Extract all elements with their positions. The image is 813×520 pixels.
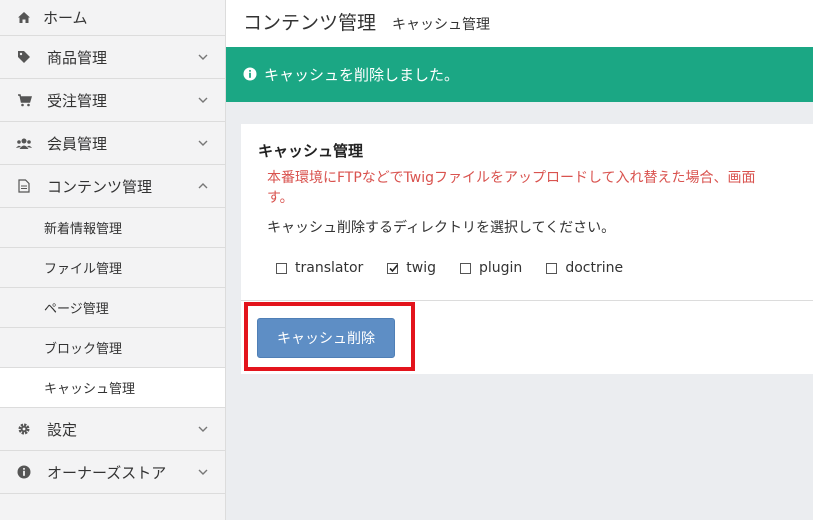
- info-icon: [15, 463, 33, 481]
- checkbox-doctrine[interactable]: doctrine: [546, 260, 623, 276]
- sidebar-subitem-blocks[interactable]: ブロック管理: [0, 328, 225, 368]
- checkbox-box[interactable]: [276, 262, 287, 274]
- gear-icon: [15, 420, 33, 438]
- warning-line-2: す。: [267, 190, 294, 206]
- checkbox-label: translator: [295, 260, 364, 276]
- checkbox-box[interactable]: [460, 262, 471, 274]
- sidebar-subitem-pages[interactable]: ページ管理: [0, 288, 225, 328]
- page-subtitle: キャッシュ管理: [392, 17, 491, 33]
- sidebar-item-label: 会員管理: [47, 134, 108, 153]
- sidebar-item-label: オーナーズストア: [47, 463, 167, 482]
- check-icon: [389, 263, 399, 272]
- directory-checkboxes: translator twig plugin doctrine: [276, 260, 647, 276]
- sidebar-item-home[interactable]: ホーム: [0, 0, 225, 36]
- sidebar-subitem-files[interactable]: ファイル管理: [0, 248, 225, 288]
- sidebar-item-settings[interactable]: 設定: [0, 408, 225, 451]
- sidebar-subitem-news[interactable]: 新着情報管理: [0, 208, 225, 248]
- instruction-text: キャッシュ削除するディレクトリを選択してください。: [267, 220, 616, 236]
- sidebar-item-owners-store[interactable]: オーナーズストア: [0, 451, 225, 494]
- sidebar-item-products[interactable]: 商品管理: [0, 36, 225, 79]
- checkbox-label: doctrine: [565, 260, 624, 276]
- chevron-down-icon: [198, 426, 208, 432]
- alert-message: キャッシュを削除しました。: [264, 66, 460, 84]
- success-alert: キャッシュを削除しました。: [226, 47, 813, 102]
- sidebar: ホーム 商品管理 受注管理 会員管理 コンテンツ管理 新着情報管理 ファイル管理…: [0, 0, 226, 520]
- checkbox-box[interactable]: [546, 262, 558, 274]
- cart-icon: [15, 91, 33, 109]
- checkbox-box[interactable]: [387, 262, 399, 274]
- chevron-down-icon: [198, 140, 208, 146]
- sidebar-subitem-label: ページ管理: [44, 302, 109, 317]
- file-icon: [15, 177, 33, 195]
- warning-text: 本番環境にFTPなどでTwigファイルをアップロードして入れ替えた場合、画面 す…: [267, 168, 813, 208]
- card-divider: [241, 300, 813, 301]
- info-icon: [243, 67, 258, 82]
- chevron-up-icon: [198, 183, 208, 189]
- sidebar-item-orders[interactable]: 受注管理: [0, 79, 225, 122]
- checkbox-twig[interactable]: twig: [387, 260, 436, 276]
- chevron-down-icon: [198, 97, 208, 103]
- warning-line-1: 本番環境にFTPなどでTwigファイルをアップロードして入れ替えた場合、画面: [267, 170, 756, 186]
- chevron-down-icon: [198, 54, 208, 60]
- checkbox-label: twig: [406, 260, 436, 276]
- home-icon: [15, 9, 33, 27]
- sidebar-item-label: 受注管理: [47, 91, 108, 110]
- sidebar-item-label: 設定: [47, 420, 78, 439]
- card-title: キャッシュ管理: [258, 142, 364, 160]
- checkbox-plugin[interactable]: plugin: [460, 260, 522, 276]
- sidebar-subitem-label: ブロック管理: [44, 342, 123, 357]
- page-title: コンテンツ管理: [243, 12, 377, 34]
- checkbox-translator[interactable]: translator: [276, 260, 363, 276]
- chevron-down-icon: [198, 469, 208, 475]
- tag-icon: [15, 48, 33, 66]
- sidebar-subitem-cache[interactable]: キャッシュ管理: [0, 368, 225, 408]
- sidebar-subitem-label: 新着情報管理: [44, 222, 123, 237]
- sidebar-item-members[interactable]: 会員管理: [0, 122, 225, 165]
- checkbox-label: plugin: [479, 260, 523, 276]
- sidebar-subitem-label: キャッシュ管理: [44, 382, 136, 397]
- cache-card: キャッシュ管理 本番環境にFTPなどでTwigファイルをアップロードして入れ替え…: [241, 124, 813, 374]
- main-content: コンテンツ管理 キャッシュ管理 キャッシュを削除しました。 キャッシュ管理 本番…: [226, 0, 813, 520]
- page-header: コンテンツ管理 キャッシュ管理: [226, 0, 813, 47]
- sidebar-item-content[interactable]: コンテンツ管理: [0, 165, 225, 208]
- cache-delete-button[interactable]: キャッシュ削除: [257, 318, 395, 358]
- sidebar-subitem-label: ファイル管理: [44, 262, 123, 277]
- users-icon: [15, 134, 33, 152]
- sidebar-item-label: 商品管理: [47, 48, 108, 67]
- sidebar-item-label: コンテンツ管理: [47, 177, 153, 196]
- sidebar-item-label: ホーム: [43, 9, 88, 27]
